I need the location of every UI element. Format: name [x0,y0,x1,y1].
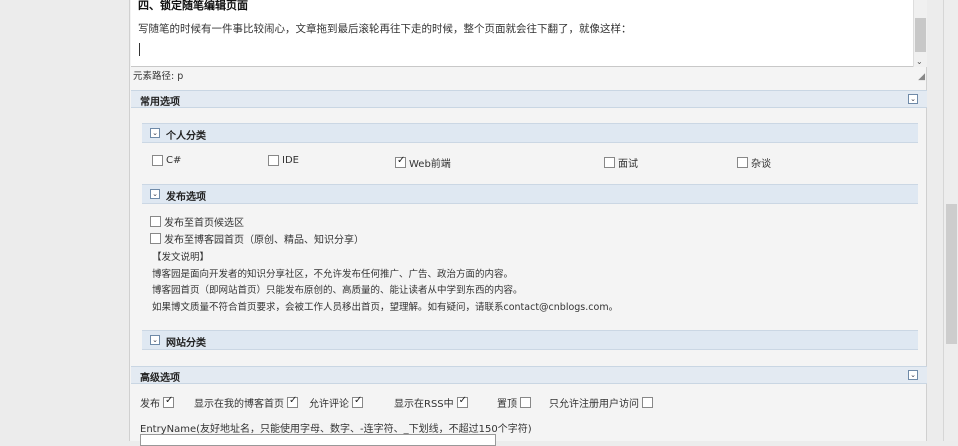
adv-checkbox[interactable] [287,395,298,408]
publish-options-header[interactable]: ⌄ 发布选项 [142,184,918,204]
category-web[interactable]: Web前端 [395,155,451,170]
adv-allow-comments[interactable]: 允许评论 [309,395,363,410]
editor-scroll-thumb[interactable] [915,18,926,52]
site-category-title: 网站分类 [166,338,206,349]
element-path: 元素路径: p [133,71,184,82]
category-checkbox[interactable] [152,155,163,166]
category-misc[interactable]: 杂谈 [737,155,771,170]
collapse-common-icon[interactable]: ⌄ [908,94,918,104]
publish-note-line: 【发文说明】 [152,252,210,263]
adv-checkbox[interactable] [163,395,174,408]
text-caret [139,43,140,56]
publish-candidate-option[interactable]: 发布至首页候选区 [150,214,244,229]
adv-registered-only[interactable]: 只允许注册用户访问 [549,395,653,410]
adv-checkbox[interactable] [642,397,653,408]
publish-notes: 【发文说明】 博客园是面向开发者的知识分享社区，不允许发布任何推广、广告、政治方… [152,250,618,316]
publish-checkbox[interactable] [150,233,161,244]
publish-note-line: 博客园首页（即网站首页）只能发布原创的、高质量的、能让读者从中学到东西的内容。 [152,285,523,296]
resize-grip-icon[interactable]: ◢ [918,72,925,82]
publish-homepage-option[interactable]: 发布至博客园首页（原创、精品、知识分享） [150,231,364,246]
entry-name-label: EntryName(友好地址名，只能使用字母、数字、-连字符、_下划线，不超过1… [140,424,532,435]
collapse-site-icon[interactable]: ⌄ [150,335,160,345]
editor-paragraph: 写随笔的时候有一件事比较闹心，文章拖到最后滚轮再往下走的时候，整个页面就会往下翻… [138,23,632,35]
adv-checkbox[interactable] [520,397,531,408]
adv-checkbox[interactable] [456,395,468,408]
category-ide[interactable]: IDE [268,155,299,167]
category-csharp[interactable]: C# [152,155,181,167]
editor-scrollbar[interactable]: ⌄ [913,0,927,67]
publish-checkbox[interactable] [150,216,161,227]
post-options-panel: 四、锁定随笔编辑页面 写随笔的时候有一件事比较闹心，文章拖到最后滚轮再往下走的时… [129,0,927,446]
common-options-header[interactable]: 常用选项 ⌄ [131,90,927,108]
post-editor[interactable]: 四、锁定随笔编辑页面 写随笔的时候有一件事比较闹心，文章拖到最后滚轮再往下走的时… [131,0,927,67]
page-scroll-thumb[interactable] [946,204,957,344]
advanced-options-header[interactable]: 高级选项 ⌄ [131,366,927,384]
collapse-advanced-icon[interactable]: ⌄ [908,370,918,380]
collapse-personal-icon[interactable]: ⌄ [150,128,160,138]
publish-note-line: 如果博文质量不符合首页要求，会被工作人员移出首页，望理解。如有疑问，请联系con… [152,301,619,313]
adv-show-rss[interactable]: 显示在RSS中 [394,395,468,410]
common-options-title: 常用选项 [140,97,180,108]
scroll-down-arrow-icon[interactable]: ⌄ [916,57,923,66]
adv-show-home[interactable]: 显示在我的博客首页 [194,395,298,410]
category-checkbox[interactable] [737,157,748,168]
publish-note-line: 博客园是面向开发者的知识分享社区，不允许发布任何推广、广告、政治方面的内容。 [152,268,514,280]
entry-name-input[interactable] [140,434,496,446]
category-checkbox[interactable] [268,155,279,166]
personal-category-header[interactable]: ⌄ 个人分类 [142,123,918,143]
collapse-publish-icon[interactable]: ⌄ [150,189,160,199]
category-checkbox[interactable] [604,157,615,168]
advanced-options-title: 高级选项 [140,373,180,384]
publish-options-title: 发布选项 [166,192,206,203]
page-scrollbar[interactable] [943,0,958,441]
category-interview[interactable]: 面试 [604,155,638,170]
adv-publish[interactable]: 发布 [140,395,174,410]
editor-heading: 四、锁定随笔编辑页面 [138,0,248,12]
site-category-header[interactable]: ⌄ 网站分类 [142,330,918,350]
adv-pin-top[interactable]: 置顶 [497,395,531,410]
personal-category-title: 个人分类 [166,131,206,142]
adv-checkbox[interactable] [352,395,363,408]
category-checkbox[interactable] [395,155,406,168]
